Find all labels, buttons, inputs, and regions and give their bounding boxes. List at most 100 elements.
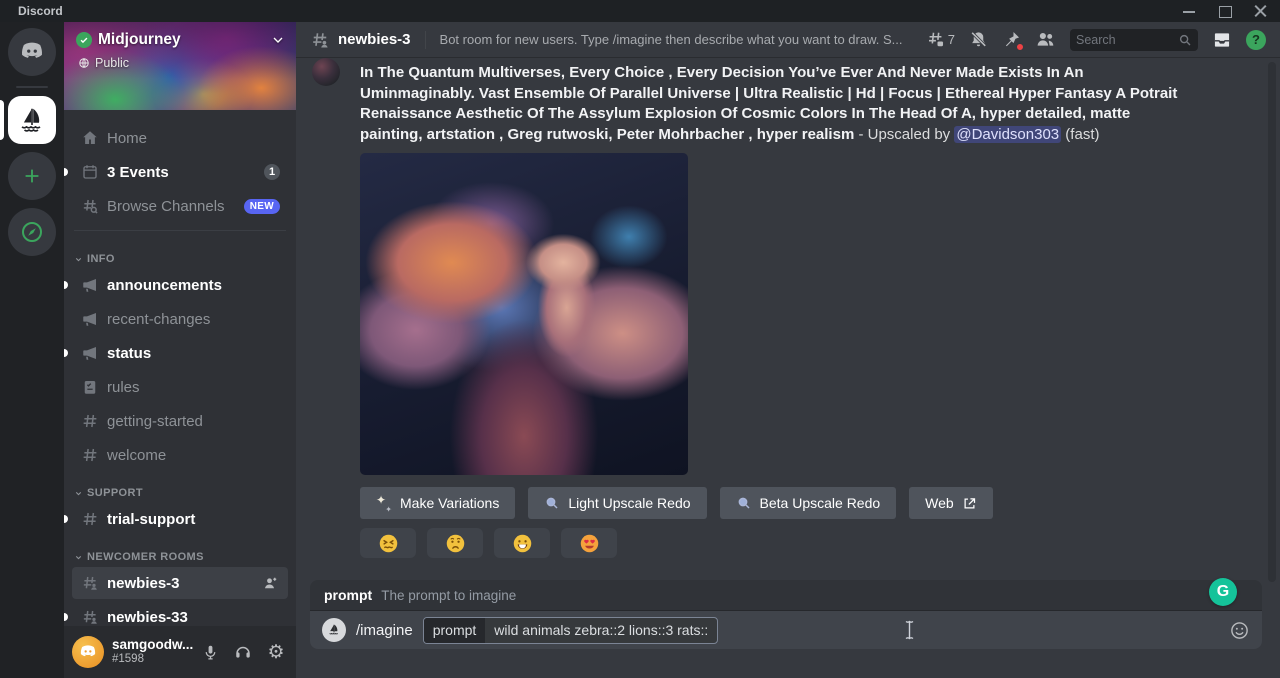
server-rail [0,22,64,678]
discord-home-button[interactable] [8,28,56,76]
channel-topic[interactable]: Bot room for new users. Type /imagine th… [440,32,918,47]
sidebar-item-newbies-3[interactable]: newbies-3 [72,567,288,599]
new-badge: NEW [244,199,280,214]
mic-icon[interactable] [200,642,220,662]
search-placeholder: Search [1076,33,1178,47]
hash-icon [80,445,100,465]
reaction-confounded-face[interactable] [360,528,416,558]
headphones-icon[interactable] [233,642,253,662]
server-banner[interactable]: Midjourney Public [64,22,296,110]
slash-command-option[interactable]: prompt The prompt to imagine [310,580,1262,611]
option-description: The prompt to imagine [381,588,516,603]
chevron-down-icon [74,255,83,264]
server-header[interactable]: Midjourney [76,31,286,49]
window-title: Discord [18,4,63,18]
option-name: prompt [324,587,372,603]
channel-name: newbies-3 [338,31,411,48]
hash-icon [80,509,100,529]
emoji-picker-icon[interactable] [1228,619,1250,641]
sidebar-divider [74,230,286,231]
reaction-grinning-face[interactable] [494,528,550,558]
sidebar-item-trial-support[interactable]: trial-support [72,503,288,535]
home-icon [80,128,100,148]
search-icon [1178,33,1192,47]
help-icon[interactable] [1246,30,1266,50]
server-name: Midjourney [98,31,181,49]
user-identity[interactable]: samgoodw... #1598 [112,638,192,665]
parameter-label: prompt [424,618,486,643]
channel-label: rules [107,379,140,396]
maximize-button[interactable] [1218,5,1232,17]
events-count-badge: 1 [264,164,280,180]
sidebar-item-status[interactable]: status [72,337,288,369]
generated-image-attachment[interactable] [360,153,688,475]
beta-upscale-redo-button[interactable]: Beta Upscale Redo [720,487,897,519]
confounded-face-icon [378,533,399,554]
channel-label: getting-started [107,413,203,430]
command-parameter[interactable]: prompt wild animals zebra::2 lions::3 ra… [423,617,719,644]
grammarly-icon[interactable] [1209,578,1237,606]
bot-avatar[interactable] [312,58,340,86]
member-list-button[interactable] [1035,29,1056,50]
megaphone-icon [80,343,100,363]
sidebar-item-rules[interactable]: rules [72,371,288,403]
channel-label: newbies-33 [107,609,188,626]
compass-icon [20,220,44,244]
bell-slash-icon [969,30,988,49]
sidebar-item-browse-channels[interactable]: Browse Channels NEW [72,190,288,222]
sidebar-item-announcements[interactable]: announcements [72,269,288,301]
gear-icon[interactable] [266,642,286,662]
sidebar-item-welcome[interactable]: welcome [72,439,288,471]
make-variations-button[interactable]: Make Variations [360,487,515,519]
section-header-info[interactable]: INFO [72,239,288,269]
web-button[interactable]: Web [909,487,993,519]
username: samgoodw... [112,638,192,653]
user-avatar[interactable] [72,636,104,668]
add-server-button[interactable] [8,152,56,200]
invite-member-icon[interactable] [262,574,280,592]
minimize-button[interactable] [1182,5,1196,17]
channel-sidebar: Midjourney Public Home 3 Events 1 [64,22,296,678]
search-input[interactable]: Search [1070,29,1198,51]
server-visibility: Public [78,56,129,70]
light-upscale-redo-button[interactable]: Light Upscale Redo [528,487,706,519]
reaction-heart-eyes-face[interactable] [561,528,617,558]
external-link-icon [962,496,977,511]
message-input[interactable]: /imagine prompt wild animals zebra::2 li… [310,611,1262,649]
explore-servers-button[interactable] [8,208,56,256]
server-icon-midjourney[interactable] [8,96,56,144]
sidebar-item-recent-changes[interactable]: recent-changes [72,303,288,335]
pinned-messages-button[interactable] [1002,30,1021,49]
channel-label: welcome [107,447,166,464]
parameter-value: wild animals zebra::2 lions::3 rats:: [485,622,717,638]
notifications-muted-button[interactable] [969,30,988,49]
section-header-newcomer-rooms[interactable]: NEWCOMER ROOMS [72,537,288,567]
section-header-support[interactable]: SUPPORT [72,473,288,503]
reaction-frowning-face[interactable] [427,528,483,558]
message: In The Quantum Multiverses, Every Choice… [296,58,1280,558]
frowning-face-icon [445,533,466,554]
upscale-suffix: (fast) [1061,126,1099,143]
message-actions: Make Variations Light Upscale Redo Beta … [360,487,1184,519]
window-titlebar: Discord [0,0,1280,22]
section-title: NEWCOMER ROOMS [87,551,204,563]
upscale-prefix: - Upscaled by [854,126,954,143]
chevron-down-icon [270,32,286,48]
channel-label: recent-changes [107,311,210,328]
sidebar-item-home[interactable]: Home [72,122,288,154]
chevron-down-icon [74,553,83,562]
channel-label: status [107,345,151,362]
sparkles-icon [376,495,392,511]
close-button[interactable] [1254,5,1268,17]
threads-button[interactable]: 7 [926,30,955,49]
hash-user-icon [310,30,330,50]
reactions-row [360,528,1184,558]
magnifier-icon [736,495,752,511]
megaphone-icon [80,275,100,295]
megaphone-icon [80,309,100,329]
sidebar-item-getting-started[interactable]: getting-started [72,405,288,437]
sidebar-item-events[interactable]: 3 Events 1 [72,156,288,188]
sidebar-item-newbies-33[interactable]: newbies-33 [72,601,288,626]
inbox-button[interactable] [1212,30,1232,50]
user-mention[interactable]: @Davidson303 [954,126,1061,143]
